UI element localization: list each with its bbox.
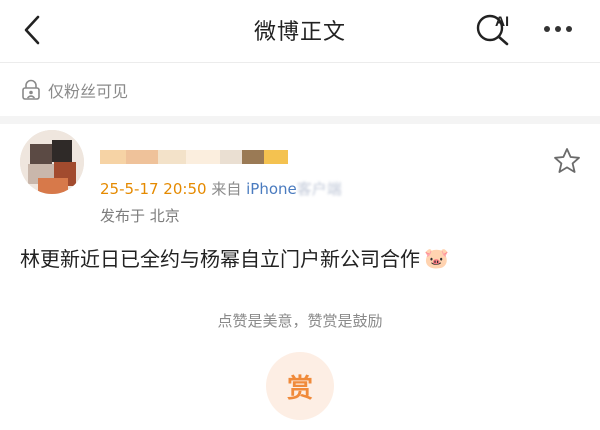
favorite-button[interactable] [552, 146, 582, 176]
ai-search-icon: AI [476, 13, 509, 46]
pig-emoji-icon: 🐷 [424, 245, 449, 270]
source-client-link[interactable]: iPhone [246, 180, 297, 198]
visibility-row: 仅粉丝可见 [20, 76, 128, 104]
lock-person-icon [22, 79, 40, 100]
more-button[interactable] [536, 14, 580, 44]
top-navbar: 微博正文 AI [0, 0, 600, 62]
nav-divider [0, 62, 600, 63]
reward-button[interactable]: 赏 [266, 352, 334, 420]
avatar[interactable] [20, 130, 84, 194]
visibility-label: 仅粉丝可见 [48, 82, 129, 101]
reward-tip: 点赞是美意，赞赏是鼓励 [217, 312, 383, 330]
section-gap [0, 116, 600, 124]
more-dot [566, 26, 572, 32]
ai-search-button[interactable]: AI [474, 10, 520, 48]
more-dot [544, 26, 550, 32]
source-client-suffix: 客户端 [296, 180, 342, 198]
ai-label: AI [495, 13, 509, 29]
reward-button-label: 赏 [286, 373, 313, 404]
post-date: 25-5-17 20:50 [100, 180, 207, 198]
more-dot [555, 26, 561, 32]
post-content: 林更新近日已全约与杨幂自立门户新公司合作 🐷 [20, 243, 449, 272]
author-name-blurred[interactable] [100, 148, 290, 166]
post-meta: 25-5-17 20:50 来自 iPhone客户端 [100, 178, 342, 199]
post-text: 林更新近日已全约与杨幂自立门户新公司合作 [20, 247, 420, 271]
post-location: 发布于 北京 [100, 207, 180, 225]
source-prefix: 来自 [211, 180, 242, 198]
star-outline-icon [554, 148, 580, 173]
